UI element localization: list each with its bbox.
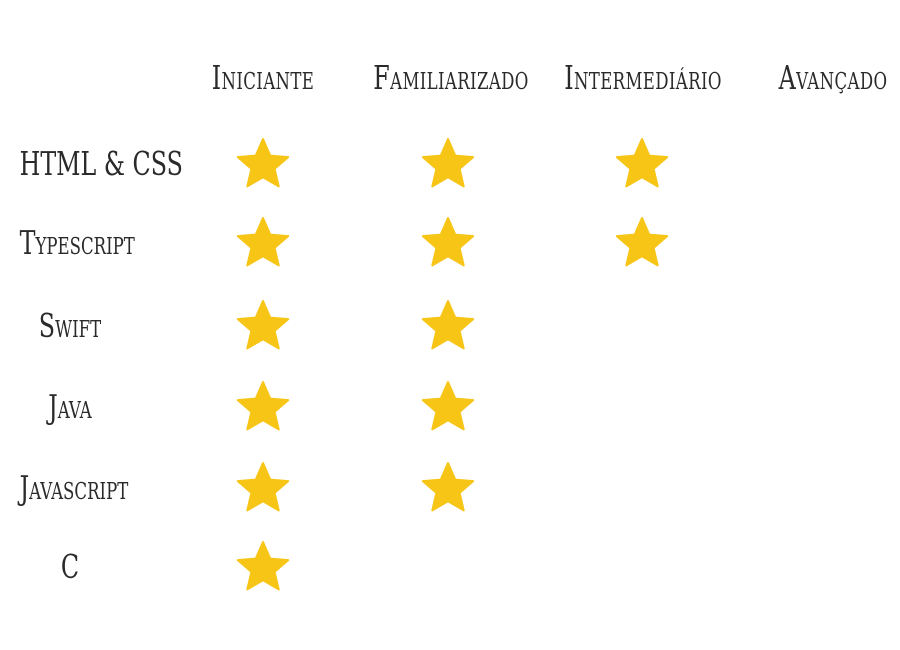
level-header-familiarizado: Familiarizado	[373, 58, 529, 97]
skill-row-html-css: HTML & CSS	[0, 134, 900, 194]
star-icon	[420, 379, 476, 435]
skill-label: Javascript	[19, 468, 129, 507]
level-header-iniciante: Iniciante	[211, 58, 315, 97]
star-icon	[235, 298, 291, 354]
star-icon	[614, 136, 670, 192]
star-icon	[420, 298, 476, 354]
star-icon	[235, 460, 291, 516]
star-icon	[235, 379, 291, 435]
star-icon	[614, 215, 670, 271]
skill-label: Java	[48, 387, 92, 426]
skill-label: C	[60, 547, 80, 586]
skill-label: Swift	[38, 306, 102, 345]
skill-row-javascript: Javascript	[0, 458, 900, 518]
skill-row-swift: Swift	[0, 296, 900, 356]
star-icon	[235, 136, 291, 192]
level-header-row: Iniciante Familiarizado Intermediário Av…	[0, 58, 900, 98]
star-icon	[235, 539, 291, 595]
skill-label: Typescript	[19, 223, 135, 262]
star-icon	[420, 460, 476, 516]
star-icon	[420, 136, 476, 192]
skill-label: HTML & CSS	[19, 144, 183, 183]
star-icon	[420, 215, 476, 271]
level-header-avancado: Avançado	[778, 58, 888, 97]
skill-row-c: C	[0, 537, 900, 597]
star-icon	[235, 215, 291, 271]
level-header-intermediario: Intermediário	[564, 58, 722, 97]
skill-row-typescript: Typescript	[0, 213, 900, 273]
skill-row-java: Java	[0, 377, 900, 437]
